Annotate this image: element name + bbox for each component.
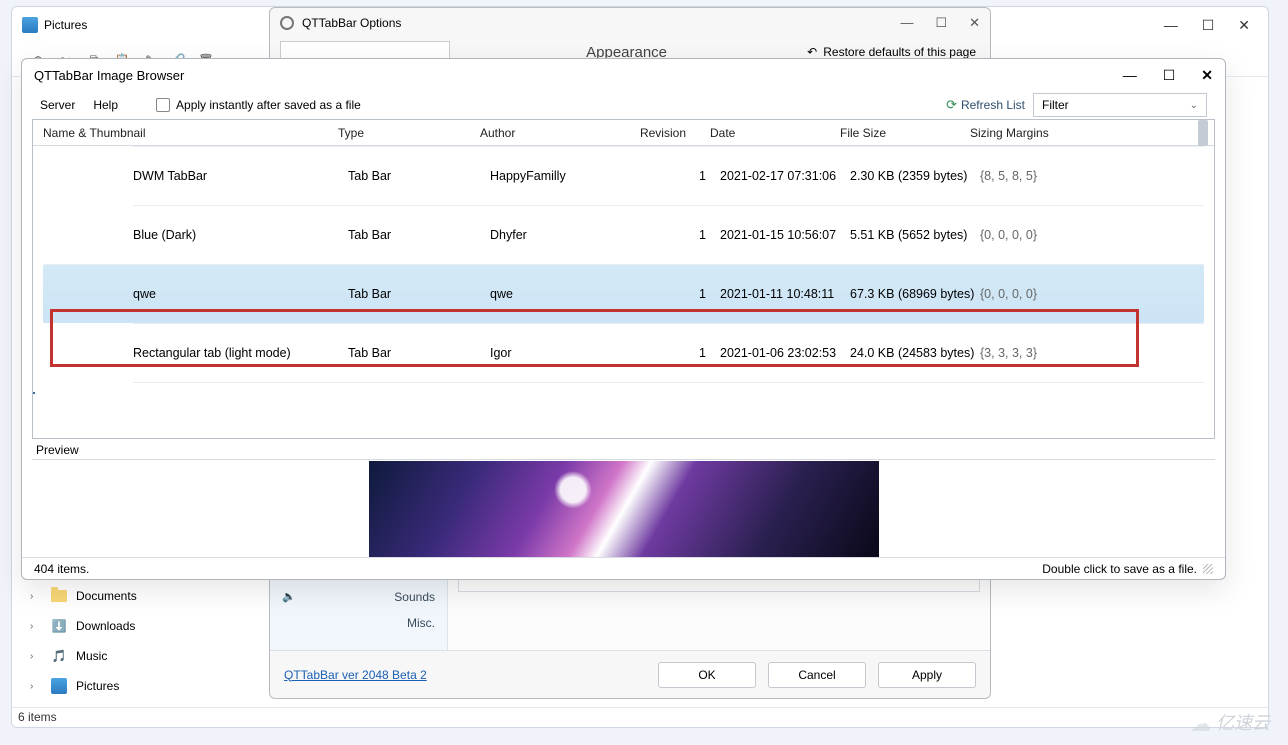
column-margins[interactable]: Sizing Margins bbox=[960, 126, 1072, 140]
pictures-app-icon bbox=[22, 17, 38, 33]
browser-title: QTTabBar Image Browser bbox=[34, 68, 184, 83]
image-browser-modal: QTTabBar Image Browser — ☐ ✕ Server Help… bbox=[21, 58, 1226, 580]
column-date[interactable]: Date bbox=[700, 126, 830, 140]
sidebar-item-label: Downloads bbox=[76, 619, 135, 633]
sidebar-item-label: Pictures bbox=[76, 679, 119, 693]
column-revision[interactable]: Revision bbox=[628, 126, 700, 140]
preview-image bbox=[369, 461, 879, 557]
apply-button[interactable]: Apply bbox=[878, 662, 976, 688]
column-name[interactable]: Name & Thumbnail bbox=[33, 126, 328, 140]
options-minimize-button[interactable]: — bbox=[900, 15, 913, 31]
refresh-list-button[interactable]: ⟳ Refresh List bbox=[946, 97, 1025, 113]
documents-icon bbox=[50, 587, 68, 605]
explorer-minimize-button[interactable]: — bbox=[1164, 17, 1178, 34]
browser-minimize-button[interactable]: — bbox=[1123, 67, 1137, 84]
chevron-right-icon: › bbox=[30, 651, 42, 662]
chevron-right-icon: › bbox=[30, 681, 42, 692]
list-row-partial[interactable] bbox=[133, 382, 1204, 406]
browser-close-button[interactable]: ✕ bbox=[1201, 67, 1213, 84]
menu-help[interactable]: Help bbox=[93, 98, 118, 112]
undo-icon: ↶ bbox=[807, 45, 817, 59]
sidebar-item-label: Music bbox=[76, 649, 107, 663]
options-footer: QTTabBar ver 2048 Beta 2 OK Cancel Apply bbox=[270, 650, 990, 698]
explorer-title: Pictures bbox=[44, 18, 87, 32]
list-body: DWM TabBar Tab Bar HappyFamilly 1 2021-0… bbox=[33, 146, 1214, 438]
chevron-right-icon: › bbox=[30, 591, 42, 602]
browser-maximize-button[interactable]: ☐ bbox=[1163, 67, 1176, 84]
sidebar-item-pictures[interactable]: › Pictures bbox=[18, 671, 190, 701]
list-header: Name & Thumbnail Type Author Revision Da… bbox=[33, 120, 1214, 146]
gear-icon bbox=[280, 16, 294, 30]
options-titlebar: QTTabBar Options — ☐ ✕ bbox=[270, 8, 990, 38]
pictures-icon bbox=[50, 677, 68, 695]
scrollbar-thumb[interactable] bbox=[1198, 120, 1208, 146]
filter-select[interactable]: Filter ⌄ bbox=[1033, 93, 1207, 117]
explorer-close-button[interactable]: ✕ bbox=[1238, 17, 1250, 34]
apply-instantly-checkbox[interactable]: Apply instantly after saved as a file bbox=[156, 98, 361, 112]
sidebar-item-label: Documents bbox=[76, 589, 137, 603]
status-bar: 404 items. Double click to save as a fil… bbox=[22, 557, 1225, 579]
column-author[interactable]: Author bbox=[470, 126, 628, 140]
cancel-button[interactable]: Cancel bbox=[768, 662, 866, 688]
list-row[interactable]: DWM TabBar Tab Bar HappyFamilly 1 2021-0… bbox=[133, 146, 1204, 205]
chevron-right-icon: › bbox=[30, 621, 42, 632]
list-row[interactable]: Rectangular tab (light mode) Tab Bar Igo… bbox=[133, 323, 1204, 382]
version-link[interactable]: QTTabBar ver 2048 Beta 2 bbox=[284, 668, 427, 682]
options-nav-sounds[interactable]: Sounds bbox=[270, 586, 447, 612]
menu-server[interactable]: Server bbox=[40, 98, 75, 112]
explorer-item-count: 6 items bbox=[12, 707, 1268, 727]
downloads-icon: ⬇️ bbox=[50, 617, 68, 635]
column-type[interactable]: Type bbox=[328, 126, 470, 140]
options-maximize-button[interactable]: ☐ bbox=[935, 15, 947, 31]
checkbox-icon bbox=[156, 98, 170, 112]
sidebar-item-downloads[interactable]: › ⬇️ Downloads bbox=[18, 611, 190, 641]
music-icon: 🎵 bbox=[50, 647, 68, 665]
column-filesize[interactable]: File Size bbox=[830, 126, 960, 140]
list-row[interactable]: Blue (Dark) Tab Bar Dhyfer 1 2021-01-15 … bbox=[133, 205, 1204, 264]
chevron-down-icon: ⌄ bbox=[1190, 100, 1198, 111]
filter-label: Filter bbox=[1042, 98, 1069, 112]
status-item-count: 404 items. bbox=[34, 562, 89, 576]
browser-menu: Server Help Apply instantly after saved … bbox=[22, 91, 1225, 119]
browser-titlebar: QTTabBar Image Browser — ☐ ✕ bbox=[22, 59, 1225, 91]
options-close-button[interactable]: ✕ bbox=[969, 15, 980, 31]
sidebar-item-music[interactable]: › 🎵 Music bbox=[18, 641, 190, 671]
explorer-maximize-button[interactable]: ☐ bbox=[1202, 17, 1215, 34]
options-title: QTTabBar Options bbox=[302, 16, 401, 30]
refresh-icon: ⟳ bbox=[946, 97, 957, 113]
status-hint: Double click to save as a file. bbox=[1042, 562, 1197, 576]
preview-label: Preview bbox=[22, 439, 1225, 459]
resize-grip[interactable] bbox=[1203, 564, 1213, 574]
apply-instantly-label: Apply instantly after saved as a file bbox=[176, 98, 361, 112]
preview-panel bbox=[32, 459, 1215, 557]
sidebar-item-documents[interactable]: › Documents bbox=[18, 581, 190, 611]
options-nav-misc[interactable]: Misc. bbox=[270, 612, 447, 638]
list-row-selected[interactable]: qwe Tab Bar qwe 1 2021-01-11 10:48:11 67… bbox=[43, 264, 1204, 323]
ok-button[interactable]: OK bbox=[658, 662, 756, 688]
list-container: Name & Thumbnail Type Author Revision Da… bbox=[32, 119, 1215, 439]
